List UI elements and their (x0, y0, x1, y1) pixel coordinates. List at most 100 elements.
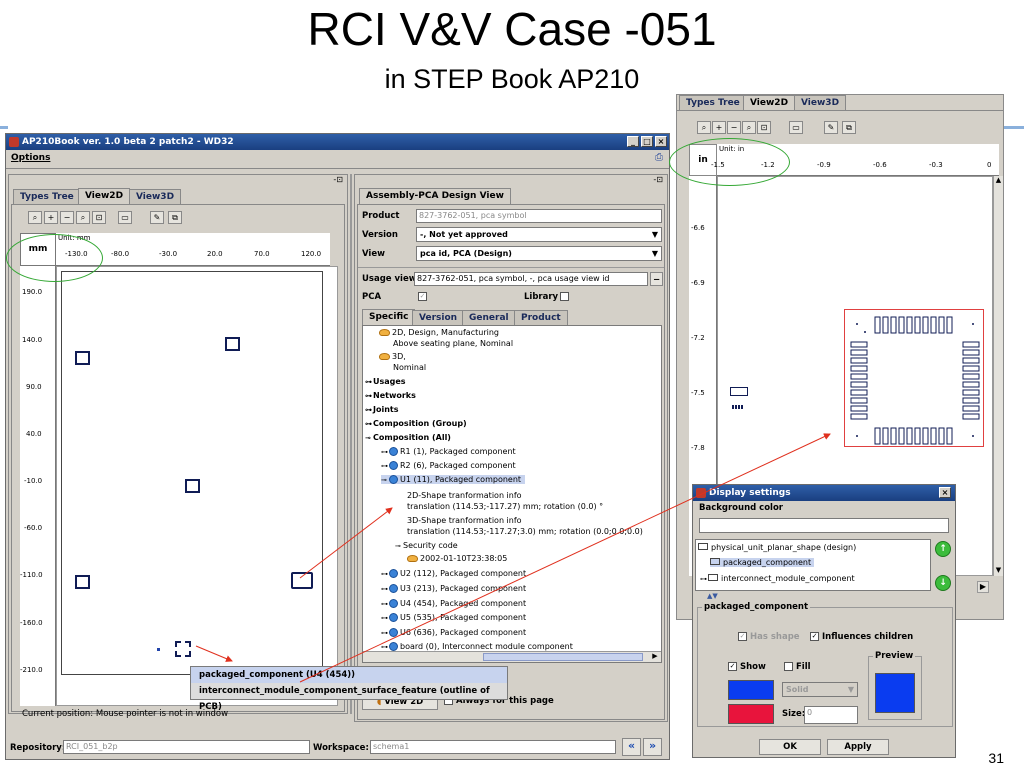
component-u4[interactable] (175, 641, 191, 657)
show-option[interactable]: ✓ Show (728, 662, 766, 672)
window-icon[interactable]: ▭ (789, 121, 803, 134)
vertical-scrollbar[interactable]: ▲ ▼ (993, 176, 1003, 576)
list-item-packaged-component[interactable]: packaged_component (710, 558, 815, 567)
tree-node-r1[interactable]: ⊶ R1 (1), Packaged component (381, 447, 516, 456)
ok-button[interactable]: OK (759, 739, 821, 755)
tab-view3d[interactable]: View3D (794, 95, 847, 110)
expand-icon[interactable]: ⊶ (365, 406, 373, 414)
scroll-right-icon[interactable]: ▶ (650, 652, 660, 661)
tree-node-u6[interactable]: ⊶ U6 (636), Packaged component (381, 628, 526, 637)
tree-node-composition-all[interactable]: ⊸ Composition (All) (365, 433, 451, 442)
scroll-right-icon[interactable]: ▶ (977, 581, 989, 593)
fill-option[interactable]: Fill (784, 662, 811, 672)
apply-button[interactable]: Apply (827, 739, 889, 755)
zoom-area-icon[interactable]: ⌕ (697, 121, 711, 134)
print-icon[interactable]: ⎙ (655, 152, 663, 163)
tree-node-u5[interactable]: ⊶ U5 (535), Packaged component (381, 613, 526, 622)
settings-icon[interactable]: ⧉ (168, 211, 182, 224)
workspace-field[interactable]: schema1 (370, 740, 616, 754)
expand-icon[interactable]: ⊶ (381, 643, 389, 651)
tab-version[interactable]: Version (412, 310, 465, 325)
influences-children-option[interactable]: ✓ Influences children (810, 632, 913, 642)
tree-hscrollbar[interactable]: ▶ (363, 651, 661, 662)
small-resistor[interactable] (732, 405, 744, 409)
collapse-icon[interactable]: ⊸ (381, 476, 389, 484)
window-icon[interactable]: ▭ (118, 211, 132, 224)
expand-icon[interactable]: ⊶ (381, 585, 389, 593)
panel-undock-icon[interactable]: -⊡ (333, 175, 343, 184)
specific-tree[interactable]: 2D, Design, Manufacturing Above seating … (362, 325, 662, 663)
scroll-thumb[interactable] (483, 653, 643, 661)
repository-field[interactable]: RCI_051_b2p (63, 740, 310, 754)
tree-node-composition-group[interactable]: ⊶Composition (Group) (365, 419, 467, 428)
show-color-swatch[interactable] (728, 680, 774, 700)
tree-node-joints[interactable]: ⊶Joints (365, 405, 399, 414)
panel-undock-icon[interactable]: -⊡ (653, 175, 663, 184)
background-color-field[interactable] (699, 518, 949, 533)
tree-node-board[interactable]: ⊶ board (0), Interconnect module componen… (381, 642, 573, 651)
zoom-in-icon[interactable]: + (44, 211, 58, 224)
zoom-icon[interactable]: ⌕ (742, 121, 756, 134)
component-u3[interactable] (185, 479, 200, 493)
scroll-up-icon[interactable]: ▲ (994, 176, 1003, 186)
zoom-icon[interactable]: ⌕ (76, 211, 90, 224)
tab-view2d[interactable]: View2D (78, 188, 131, 204)
edit-icon[interactable]: ✎ (150, 211, 164, 224)
usage-view-field[interactable]: 827-3762-051, pca symbol, -, pca usage v… (414, 272, 648, 286)
expand-icon[interactable]: ⊶ (365, 392, 373, 400)
back-button[interactable]: « (622, 738, 641, 756)
zoom-fit-icon[interactable]: ⊡ (92, 211, 106, 224)
popup-item-packaged-component[interactable]: packaged_component (U4 (454)) (191, 667, 507, 683)
tree-node-2d[interactable]: 2D, Design, Manufacturing (379, 328, 499, 337)
zoom-out-icon[interactable]: − (727, 121, 741, 134)
shape-type-list[interactable]: physical_unit_planar_shape (design) pack… (695, 539, 931, 591)
menu-options[interactable]: Options (11, 153, 50, 163)
tab-view2d[interactable]: View2D (743, 95, 796, 111)
expand-icon[interactable]: ⊶ (365, 378, 373, 386)
has-shape-checkbox[interactable]: ✓ (738, 632, 747, 641)
fill-style-select[interactable]: Solid (782, 682, 858, 697)
small-component[interactable] (730, 387, 748, 396)
popup-item-outline-of-pcb[interactable]: interconnect_module_component_surface_fe… (191, 683, 507, 712)
usage-view-button[interactable]: − (650, 272, 663, 286)
tree-node-networks[interactable]: ⊶Networks (365, 391, 416, 400)
tab-product[interactable]: Product (514, 310, 568, 325)
tree-node-u2[interactable]: ⊶ U2 (112), Packaged component (381, 569, 526, 578)
edit-icon[interactable]: ✎ (824, 121, 838, 134)
expand-icon[interactable]: ⊶ (365, 420, 373, 428)
move-up-button[interactable]: ↑ (935, 541, 951, 557)
minimize-button[interactable]: _ (627, 136, 639, 147)
tab-assembly-pca[interactable]: Assembly-PCA Design View (359, 188, 511, 204)
move-down-button[interactable]: ↓ (935, 575, 951, 591)
tree-node-u1[interactable]: ⊸ U1 (11), Packaged component (381, 475, 526, 484)
list-item-physical-unit[interactable]: physical_unit_planar_shape (design) (698, 543, 856, 552)
size-field[interactable]: 0 (804, 706, 858, 724)
forward-button[interactable]: » (643, 738, 662, 756)
pcb-outline[interactable] (61, 271, 323, 675)
has-shape-option[interactable]: ✓ Has shape (738, 632, 800, 642)
tree-node-security[interactable]: ⊸ Security code (395, 541, 458, 550)
dialog-close-button[interactable]: × (939, 487, 951, 498)
version-select[interactable]: -, Not yet approved (416, 227, 662, 242)
tab-view3d[interactable]: View3D (129, 189, 182, 204)
view-select[interactable]: pca id, PCA (Design) (416, 246, 662, 261)
collapse-icon[interactable]: ⊸ (395, 542, 403, 550)
zoom-fit-icon[interactable]: ⊡ (757, 121, 771, 134)
tree-node-3d[interactable]: 3D, (379, 352, 406, 361)
tree-node-u3[interactable]: ⊶ U3 (213), Packaged component (381, 584, 526, 593)
tree-node-usages[interactable]: ⊶Usages (365, 377, 406, 386)
tab-general[interactable]: General (462, 310, 516, 325)
splitter[interactable] (350, 174, 352, 714)
pca-checkbox[interactable]: ✓ (418, 292, 427, 301)
collapse-icon[interactable]: ⊸ (365, 434, 373, 442)
expand-icon[interactable]: ⊶ (381, 570, 389, 578)
close-button[interactable]: × (655, 136, 667, 147)
influences-children-checkbox[interactable]: ✓ (810, 632, 819, 641)
tree-node-r2[interactable]: ⊶ R2 (6), Packaged component (381, 461, 516, 470)
split-arrows-icon[interactable]: ▲▼ (707, 592, 718, 600)
product-field[interactable]: 827-3762-051, pca symbol (416, 209, 662, 223)
expand-icon[interactable]: ⊶ (381, 614, 389, 622)
expand-icon[interactable]: ⊶ (700, 575, 708, 583)
fill-color-swatch[interactable] (728, 704, 774, 724)
zoom-area-icon[interactable]: ⌕ (28, 211, 42, 224)
